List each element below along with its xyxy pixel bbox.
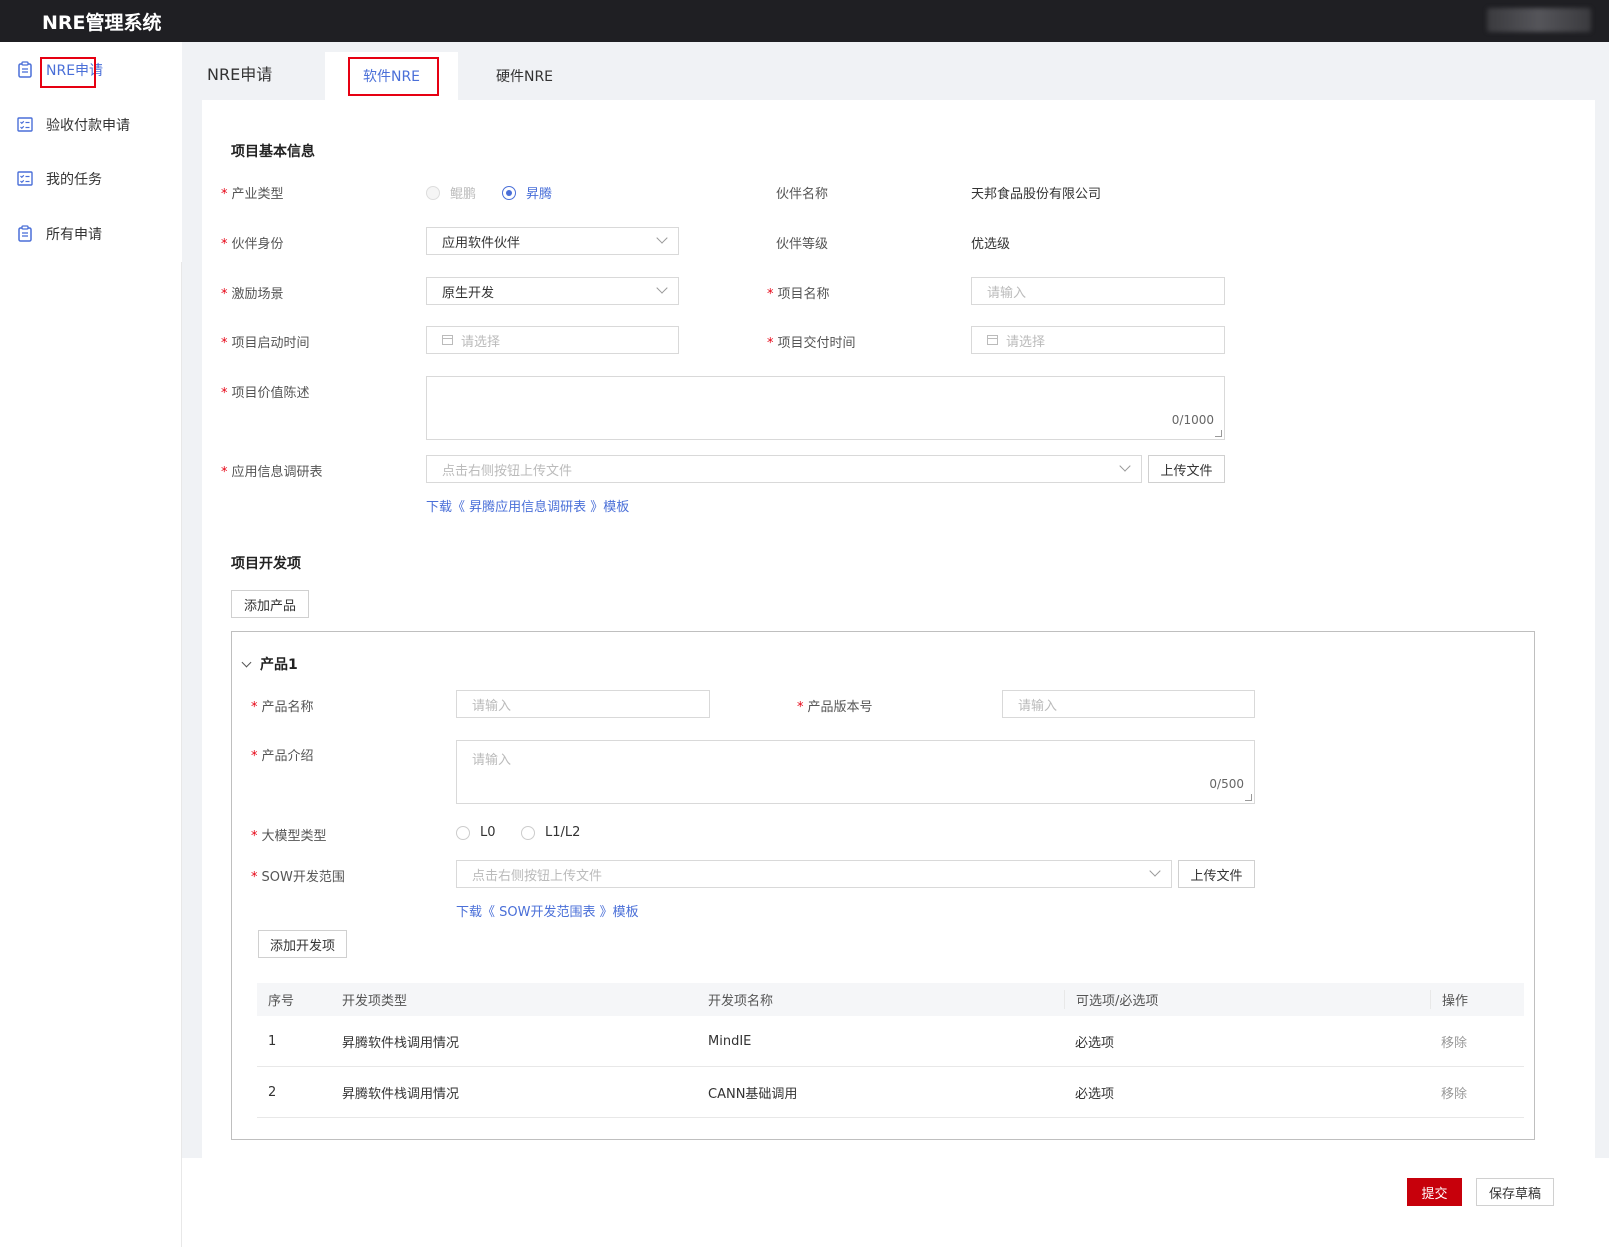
table-cell: 2	[268, 1084, 277, 1100]
product-intro-label: * 产品介绍	[251, 749, 314, 764]
add-product-button[interactable]: 添加产品	[231, 590, 309, 618]
column-header: 开发项类型	[342, 994, 408, 1009]
table-cell: CANN基础调用	[708, 1086, 798, 1102]
radio-checked-icon	[502, 185, 516, 200]
checklist-icon	[16, 169, 34, 187]
chevron-down-icon	[656, 232, 668, 244]
sow-upload-button[interactable]: 上传文件	[1178, 860, 1255, 888]
partner-name-value: 天邦食品股份有限公司	[971, 187, 1102, 202]
table-cell: 昇腾软件栈调用情况	[342, 1086, 460, 1102]
checklist-icon	[16, 115, 34, 133]
table-cell: 必选项	[1075, 1086, 1115, 1102]
sidebar-item-label: 我的任务	[46, 172, 102, 188]
top-bar: NRE管理系统	[0, 0, 1609, 42]
column-header: 序号	[268, 994, 295, 1009]
remove-row-link[interactable]: 移除	[1430, 1032, 1524, 1051]
table-cell: MindIE	[708, 1033, 752, 1049]
footer-bar	[182, 1158, 1609, 1247]
partner-identity-select[interactable]: 应用软件伙伴	[426, 227, 679, 255]
sow-template-download-link[interactable]: 下载《 SOW开发范围表 》模板	[456, 901, 639, 920]
dev-items-table: 序号 开发项类型 开发项名称 可选项/必选项 操作 1 昇腾软件栈调用情况 Mi…	[257, 983, 1524, 1118]
clipboard-icon	[16, 224, 34, 242]
incentive-select[interactable]: 原生开发	[426, 277, 679, 305]
save-draft-button[interactable]: 保存草稿	[1476, 1178, 1554, 1206]
product-name-input[interactable]: 请输入	[456, 690, 710, 718]
radio-kunpeng[interactable]: 鲲鹏	[426, 183, 476, 202]
sidebar-item-nre-apply[interactable]: NRE申请	[0, 52, 182, 86]
start-time-picker[interactable]: 请选择	[426, 326, 679, 354]
column-header: 开发项名称	[708, 994, 774, 1009]
add-dev-item-button[interactable]: 添加开发项	[258, 930, 347, 958]
sidebar-item-acceptance-payment[interactable]: 验收付款申请	[0, 107, 182, 141]
survey-upload-button[interactable]: 上传文件	[1148, 455, 1225, 483]
product-intro-textarea[interactable]: 请输入 0/500	[456, 740, 1255, 804]
product-version-label: * 产品版本号	[797, 700, 873, 715]
chevron-down-icon	[241, 657, 252, 667]
radio-l0[interactable]: L0	[456, 825, 496, 840]
radio-circle-icon	[521, 825, 535, 840]
remove-row-link[interactable]: 移除	[1430, 1083, 1524, 1102]
radio-circle-icon	[456, 825, 470, 840]
model-type-label: * 大模型类型	[251, 829, 327, 844]
calendar-icon	[987, 335, 998, 345]
partner-identity-label: * 伙伴身份	[221, 237, 284, 252]
char-counter: 0/1000	[1171, 413, 1214, 427]
value-desc-label: * 项目价值陈述	[221, 386, 310, 401]
radio-circle-icon	[426, 185, 440, 200]
table-cell: 必选项	[1075, 1035, 1115, 1051]
resize-handle-icon[interactable]	[1215, 430, 1222, 437]
app-title: NRE管理系统	[42, 12, 162, 34]
product-version-input[interactable]: 请输入	[1002, 690, 1255, 718]
sidebar-item-my-tasks[interactable]: 我的任务	[0, 161, 182, 195]
delivery-time-picker[interactable]: 请选择	[971, 326, 1225, 354]
sidebar-item-all-applications[interactable]: 所有申请	[0, 216, 182, 250]
value-desc-textarea[interactable]: 0/1000	[426, 376, 1225, 440]
section-title-dev: 项目开发项	[231, 556, 301, 572]
column-header: 可选项/必选项	[1064, 990, 1430, 1009]
table-cell: 1	[268, 1033, 277, 1049]
partner-level-value: 优选级	[971, 237, 1011, 252]
resize-handle-icon[interactable]	[1245, 794, 1252, 801]
char-counter: 0/500	[1209, 777, 1244, 791]
placeholder-text: 请输入	[472, 753, 512, 768]
calendar-icon	[442, 335, 453, 345]
table-row: 2 昇腾软件栈调用情况 CANN基础调用 必选项 移除	[257, 1067, 1524, 1118]
user-info-blurred[interactable]	[1487, 8, 1591, 32]
submit-button[interactable]: 提交	[1407, 1178, 1462, 1206]
tab-hardware-nre[interactable]: 硬件NRE	[458, 52, 591, 100]
column-header: 操作	[1430, 990, 1524, 1009]
product-collapse-header[interactable]: 产品1	[241, 654, 298, 674]
radio-l1-l2[interactable]: L1/L2	[521, 825, 580, 840]
project-name-input[interactable]: 请输入	[971, 277, 1225, 305]
chevron-down-icon	[1119, 460, 1131, 472]
chevron-down-icon	[1149, 865, 1161, 877]
sidebar-item-label: 验收付款申请	[46, 118, 130, 134]
delivery-time-label: * 项目交付时间	[767, 336, 856, 351]
partner-level-label: 伙伴等级	[776, 237, 829, 252]
start-time-label: * 项目启动时间	[221, 336, 310, 351]
project-name-label: * 项目名称	[767, 287, 830, 302]
survey-file-select[interactable]: 点击右侧按钮上传文件	[426, 455, 1142, 483]
sow-label: * SOW开发范围	[251, 870, 345, 885]
sidebar-background	[0, 262, 182, 1247]
sidebar-item-label: NRE申请	[46, 63, 104, 79]
sidebar: NRE申请 验收付款申请 我的任务 所有申请	[0, 42, 182, 262]
industry-type-label: * 产业类型	[221, 187, 284, 202]
sow-file-select[interactable]: 点击右侧按钮上传文件	[456, 860, 1172, 888]
product-name-label: * 产品名称	[251, 700, 314, 715]
survey-template-download-link[interactable]: 下载《 昇腾应用信息调研表 》模板	[426, 496, 629, 515]
tab-software-nre[interactable]: 软件NRE	[325, 52, 458, 100]
section-title-basic: 项目基本信息	[231, 144, 315, 160]
table-row: 1 昇腾软件栈调用情况 MindIE 必选项 移除	[257, 1016, 1524, 1067]
table-header: 序号 开发项类型 开发项名称 可选项/必选项 操作	[257, 983, 1524, 1016]
clipboard-icon	[16, 60, 34, 78]
table-cell: 昇腾软件栈调用情况	[342, 1035, 460, 1051]
survey-label: * 应用信息调研表	[221, 465, 323, 480]
incentive-label: * 激励场景	[221, 287, 284, 302]
page-title: NRE申请	[207, 65, 273, 84]
sidebar-item-label: 所有申请	[46, 227, 102, 243]
chevron-down-icon	[656, 282, 668, 294]
radio-ascend[interactable]: 昇腾	[502, 183, 552, 202]
partner-name-label: 伙伴名称	[776, 187, 829, 202]
